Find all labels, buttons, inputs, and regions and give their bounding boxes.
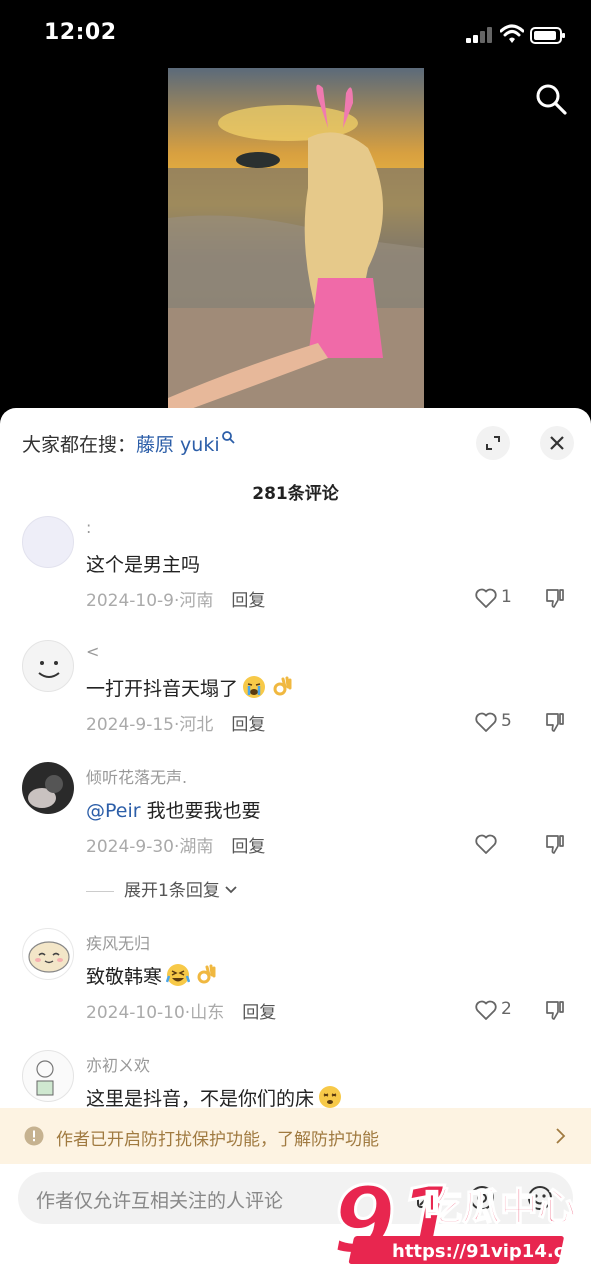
expand-replies-button[interactable]: 展开1条回复 <box>86 876 238 901</box>
comment-location: 河北 <box>179 715 214 735</box>
comment-date: 2024-10-10 <box>86 1003 185 1023</box>
comment-text: 致敬韩寒 <box>86 962 218 989</box>
chevron-down-icon <box>225 886 237 894</box>
comment-author[interactable]: 疾风无归 <box>86 930 150 954</box>
divider <box>86 890 114 892</box>
like-count: 5 <box>501 711 512 731</box>
comment-location: 河南 <box>179 591 214 611</box>
comment-meta: 2024-9-15·河北 回复 <box>86 715 266 735</box>
reply-button[interactable]: 回复 <box>231 715 265 735</box>
info-icon <box>24 1126 44 1146</box>
like-button[interactable]: 5 <box>474 710 530 734</box>
dislike-icon[interactable] <box>543 832 567 856</box>
comment-text: @Peir 我也要我也要 <box>86 800 261 822</box>
rolling-laugh-emoji <box>166 964 191 986</box>
expand-button[interactable] <box>476 426 510 460</box>
reply-button[interactable]: 回复 <box>231 837 265 857</box>
comment-text: 这个是男主吗 <box>86 554 201 576</box>
cartoon-avatar-icon <box>28 941 70 973</box>
reply-button[interactable]: 回复 <box>242 1003 276 1023</box>
comment-input-placeholder: 作者仅允许互相关注的人评论 <box>36 1190 284 1212</box>
photo-avatar-icon <box>28 775 63 808</box>
avatar[interactable] <box>22 640 74 692</box>
status-bar: 12:02 <box>0 0 591 70</box>
comment-text: 这里是抖音，不是你们的床 <box>86 1084 342 1111</box>
heart-icon <box>475 712 497 732</box>
search-icon[interactable] <box>534 82 568 116</box>
heart-icon <box>475 588 497 608</box>
comment-meta: 2024-10-9·河南 回复 <box>86 591 266 611</box>
reply-button[interactable]: 回复 <box>231 591 265 611</box>
avatar[interactable] <box>22 516 74 568</box>
crying-face-emoji <box>243 676 266 698</box>
video-preview[interactable] <box>168 68 424 410</box>
close-button[interactable] <box>540 426 574 460</box>
comment-mention[interactable]: @Peir <box>86 800 141 822</box>
comment-location: 湖南 <box>179 837 214 857</box>
comment-count: 281条评论 <box>252 484 339 504</box>
watermark-name: 吃瓜中心 <box>424 1185 576 1229</box>
hot-search-term[interactable]: 藤原 yuki <box>136 434 220 456</box>
comment-text: 一打开抖音天塌了 <box>86 674 294 701</box>
comment-meta: 2024-9-30·湖南 回复 <box>86 837 266 857</box>
smiley-avatar-icon <box>38 661 60 678</box>
battery-icon <box>530 27 565 44</box>
search-icon <box>221 431 235 444</box>
like-button[interactable] <box>474 832 530 856</box>
avatar[interactable] <box>22 928 74 980</box>
comment-date: 2024-9-15 <box>86 715 174 735</box>
comment-author[interactable]: 倾听花落无声. <box>86 764 187 788</box>
expand-icon <box>486 436 500 450</box>
dislike-icon[interactable] <box>543 586 567 610</box>
hot-search[interactable]: 大家都在搜：藤原 yuki <box>22 430 235 457</box>
dizzy-face-emoji <box>319 1086 342 1108</box>
site-watermark-logo: 91 吃瓜中心 https://91vip14.com <box>332 1166 586 1275</box>
chevron-right-icon <box>556 1128 566 1144</box>
wifi-icon <box>500 24 524 43</box>
comment-date: 2024-9-30 <box>86 837 174 857</box>
ok-hand-emoji <box>273 676 292 696</box>
banner-text: 作者已开启防打扰保护功能，了解防护功能 <box>56 1130 379 1150</box>
comment-author[interactable]: : <box>86 518 91 537</box>
hot-search-prefix: 大家都在搜： <box>22 434 137 456</box>
avatar[interactable] <box>22 1050 74 1102</box>
heart-icon <box>475 1000 497 1020</box>
comment-sheet: 大家都在搜：藤原 yuki 281条评论 : 这个是男主吗 2024-10-9·… <box>0 408 591 1280</box>
cellular-signal-icon <box>466 27 492 43</box>
comment-date: 2024-10-9 <box>86 591 174 611</box>
comment-author[interactable]: < <box>86 642 99 661</box>
dislike-icon[interactable] <box>543 710 567 734</box>
comment-author[interactable]: 亦初ㄨ欢 <box>86 1052 150 1076</box>
status-time: 12:02 <box>44 20 117 45</box>
anti-harassment-banner[interactable]: 作者已开启防打扰保护功能，了解防护功能 <box>0 1108 591 1164</box>
like-count: 1 <box>501 587 512 607</box>
heart-icon <box>475 834 497 854</box>
like-button[interactable]: 2 <box>474 998 530 1022</box>
sketch-avatar-icon <box>36 1060 54 1096</box>
watermark-url: https://91vip14.com <box>392 1241 586 1262</box>
ok-hand-emoji <box>197 964 216 984</box>
comment-meta: 2024-10-10·山东 回复 <box>86 1003 277 1023</box>
comment-location: 山东 <box>190 1003 225 1023</box>
avatar[interactable] <box>22 762 74 814</box>
dislike-icon[interactable] <box>543 998 567 1022</box>
like-button[interactable]: 1 <box>474 586 530 610</box>
like-count: 2 <box>501 999 512 1019</box>
close-icon <box>550 436 564 450</box>
